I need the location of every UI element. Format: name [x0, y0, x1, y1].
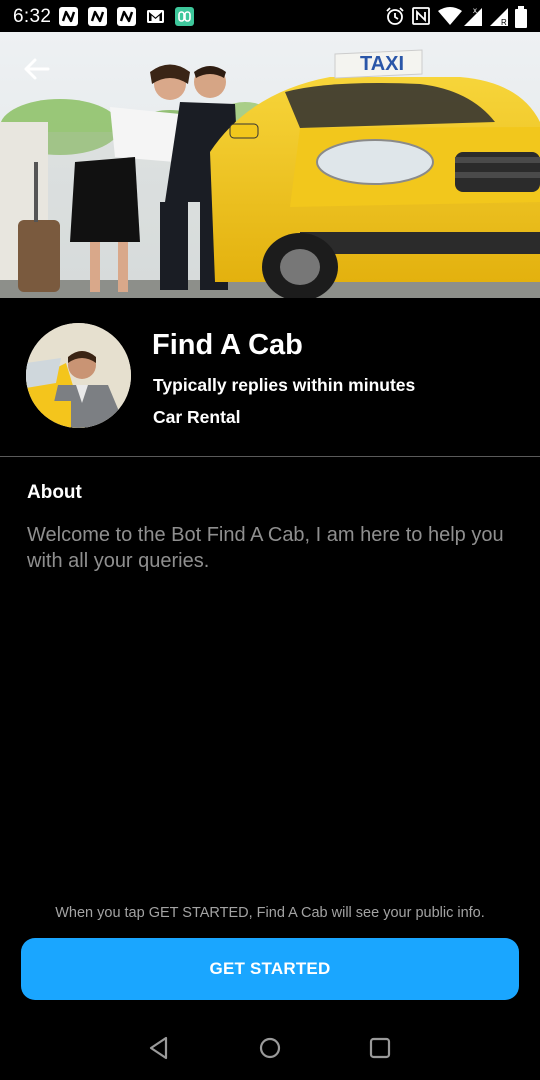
get-started-button[interactable]: GET STARTED	[21, 938, 519, 1000]
about-heading: About	[27, 482, 82, 503]
circle-home-icon	[259, 1037, 281, 1059]
triangle-back-icon	[149, 1036, 168, 1060]
nav-back-button[interactable]	[146, 1035, 172, 1061]
gmail-icon	[146, 7, 165, 26]
signal-r-icon: R	[490, 8, 508, 27]
profile-section: Find A Cab Typically replies within minu…	[0, 298, 540, 456]
app-n-icon	[59, 7, 78, 26]
signal-x-icon: x	[464, 6, 482, 26]
avatar	[26, 323, 131, 428]
public-info-disclaimer: When you tap GET STARTED, Find A Cab wil…	[55, 905, 485, 921]
nfc-icon	[412, 7, 430, 25]
screen: 6:32 x R TAXI Find A Cab Typically repli…	[0, 0, 540, 1080]
status-bar: 6:32 x R	[0, 0, 540, 32]
nav-recents-button[interactable]	[367, 1035, 393, 1061]
nav-home-button[interactable]	[257, 1035, 283, 1061]
arrow-left-icon	[24, 58, 50, 80]
battery-icon	[515, 6, 527, 28]
driver-avatar-image	[26, 323, 131, 428]
square-recents-icon	[369, 1037, 391, 1059]
app-n-icon	[117, 7, 136, 26]
taxi-photo: TAXI	[0, 32, 540, 298]
category-label: Car Rental	[153, 407, 241, 427]
svg-text:R: R	[501, 18, 507, 27]
about-text: Welcome to the Bot Find A Cab, I am here…	[27, 524, 504, 572]
taxi-sign-text: TAXI	[360, 53, 404, 75]
divider	[0, 456, 540, 457]
svg-text:x: x	[473, 6, 477, 15]
page-name: Find A Cab	[152, 329, 303, 361]
response-time: Typically replies within minutes	[153, 375, 416, 395]
wifi-icon	[438, 7, 462, 25]
alarm-icon	[386, 7, 404, 25]
app-icon	[175, 7, 194, 26]
status-time: 6:32	[13, 6, 52, 27]
back-button[interactable]	[20, 52, 54, 86]
app-n-icon	[88, 7, 107, 26]
header-photo: TAXI	[0, 32, 540, 298]
system-nav-bar	[0, 1015, 540, 1080]
